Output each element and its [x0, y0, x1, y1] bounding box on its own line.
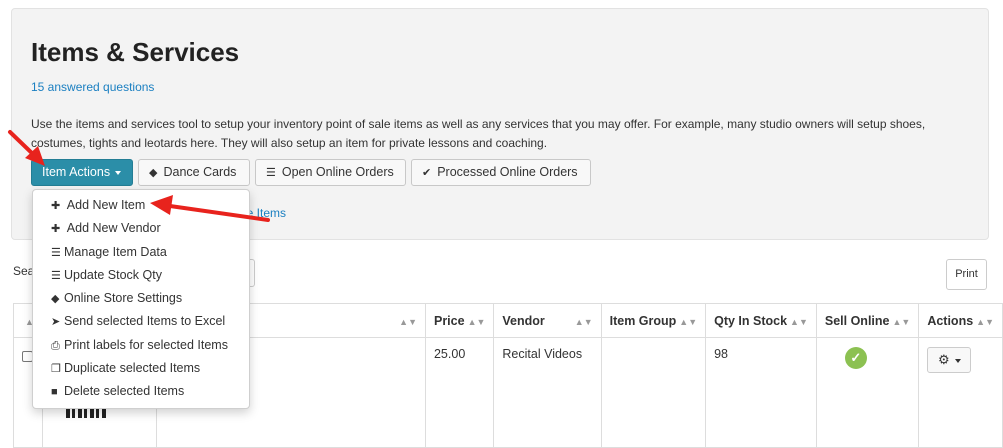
row-actions-cell: ⚙ [918, 337, 1003, 448]
sort-icon: ▲▼ [679, 316, 698, 327]
page-description: Use the items and services tool to setup… [31, 117, 926, 150]
menu-item-label: Manage Item Data [64, 244, 167, 259]
sort-icon: ▲▼ [467, 316, 486, 327]
answered-questions-link[interactable]: 15 answered questions [31, 80, 154, 94]
menu-item-label: Online Store Settings [64, 291, 183, 306]
sort-icon: ▲▼ [892, 316, 911, 327]
sell-online-header-label: Sell Online [824, 313, 890, 328]
plus-icon: ✚ [51, 200, 61, 212]
menu-item-label: Send selected Items to Excel [64, 314, 226, 329]
plus-icon: ✚ [51, 223, 61, 236]
row-sell-online-cell: ✓ [815, 337, 920, 448]
processed-online-orders-button[interactable]: ✔ Processed Online Orders [411, 159, 591, 186]
print-icon: ⎙ [51, 339, 60, 352]
menu-item-update-stock-qty[interactable]: ☰ Update Stock Qty [33, 264, 249, 287]
gear-icon: ⚙ [937, 352, 950, 367]
copy-icon: ❐ [51, 363, 61, 376]
sort-icon: ▲▼ [574, 316, 593, 327]
list-icon: ☰ [266, 167, 276, 179]
actions-col-header: Actions ▲▼ [918, 303, 1003, 338]
sell-online-col-header[interactable]: Sell Online ▲▼ [815, 303, 920, 338]
menu-item-label: Add New Vendor [66, 221, 161, 236]
menu-item-label: Print labels for selected Items [64, 337, 228, 352]
menu-item-label: Delete selected Items [64, 384, 185, 399]
open-online-orders-label: Open Online Orders [281, 165, 394, 179]
menu-item-manage-item-data[interactable]: ☰ Manage Item Data [33, 241, 249, 264]
row-price: 25.00 [424, 337, 495, 448]
vendor-header-label: Vendor [502, 313, 545, 328]
row-item-group [600, 337, 707, 448]
processed-online-orders-label: Processed Online Orders [437, 165, 578, 179]
vendor-col-header[interactable]: Vendor ▲▼ [493, 303, 602, 338]
list-icon: ☰ [51, 246, 61, 259]
price-header-label: Price [433, 313, 465, 328]
item-actions-button[interactable]: Item Actions [31, 159, 133, 186]
row-actions-button[interactable]: ⚙ [927, 347, 972, 373]
trash-icon: ■ [51, 386, 58, 399]
price-col-header[interactable]: Price ▲▼ [424, 303, 495, 338]
tag-icon: ◆ [51, 293, 60, 306]
menu-item-add-new-item[interactable]: ✚ Add New Item [33, 194, 249, 217]
sort-icon: ▲▼ [976, 316, 994, 327]
check-circle-icon[interactable]: ✓ [844, 347, 867, 369]
qty-col-header[interactable]: Qty In Stock ▲▼ [705, 303, 817, 338]
menu-item-label: Update Stock Qty [64, 267, 162, 282]
list-icon: ☰ [51, 269, 61, 282]
menu-item-send-to-excel[interactable]: ➤ Send selected Items to Excel [33, 310, 249, 333]
dance-cards-button[interactable]: ◆ Dance Cards [138, 159, 250, 186]
item-actions-dropdown: ✚ Add New Item ✚ Add New Vendor ☰ Manage … [32, 189, 250, 409]
item-group-header-label: Item Group [609, 313, 677, 328]
row-vendor: Recital Videos [493, 337, 602, 448]
check-icon: ✔ [422, 167, 432, 179]
menu-item-label: Duplicate selected Items [64, 361, 201, 376]
menu-item-delete[interactable]: ■ Delete selected Items [33, 380, 249, 403]
menu-item-online-store-settings[interactable]: ◆ Online Store Settings [33, 287, 249, 310]
chevron-down-icon [954, 358, 961, 363]
dance-cards-label: Dance Cards [163, 165, 237, 179]
item-group-col-header[interactable]: Item Group ▲▼ [600, 303, 707, 338]
menu-item-add-new-vendor[interactable]: ✚ Add New Vendor [33, 217, 249, 240]
tag-icon: ◆ [149, 167, 158, 179]
row-qty: 98 [705, 337, 817, 448]
actions-header-label: Actions [927, 313, 974, 328]
chevron-down-icon [115, 170, 122, 175]
send-icon: ➤ [51, 316, 61, 329]
print-button[interactable]: Print [946, 259, 987, 290]
page-title: Items & Services [31, 37, 240, 67]
menu-item-duplicate[interactable]: ❐ Duplicate selected Items [33, 357, 249, 380]
open-online-orders-button[interactable]: ☰ Open Online Orders [255, 159, 406, 186]
sort-icon: ▲▼ [790, 316, 808, 327]
menu-item-print-labels[interactable]: ⎙ Print labels for selected Items [33, 334, 249, 357]
menu-item-label: Add New Item [66, 198, 146, 212]
qty-header-label: Qty In Stock [714, 313, 788, 328]
sort-icon: ▲▼ [399, 316, 417, 327]
item-actions-label: Item Actions [42, 165, 111, 179]
